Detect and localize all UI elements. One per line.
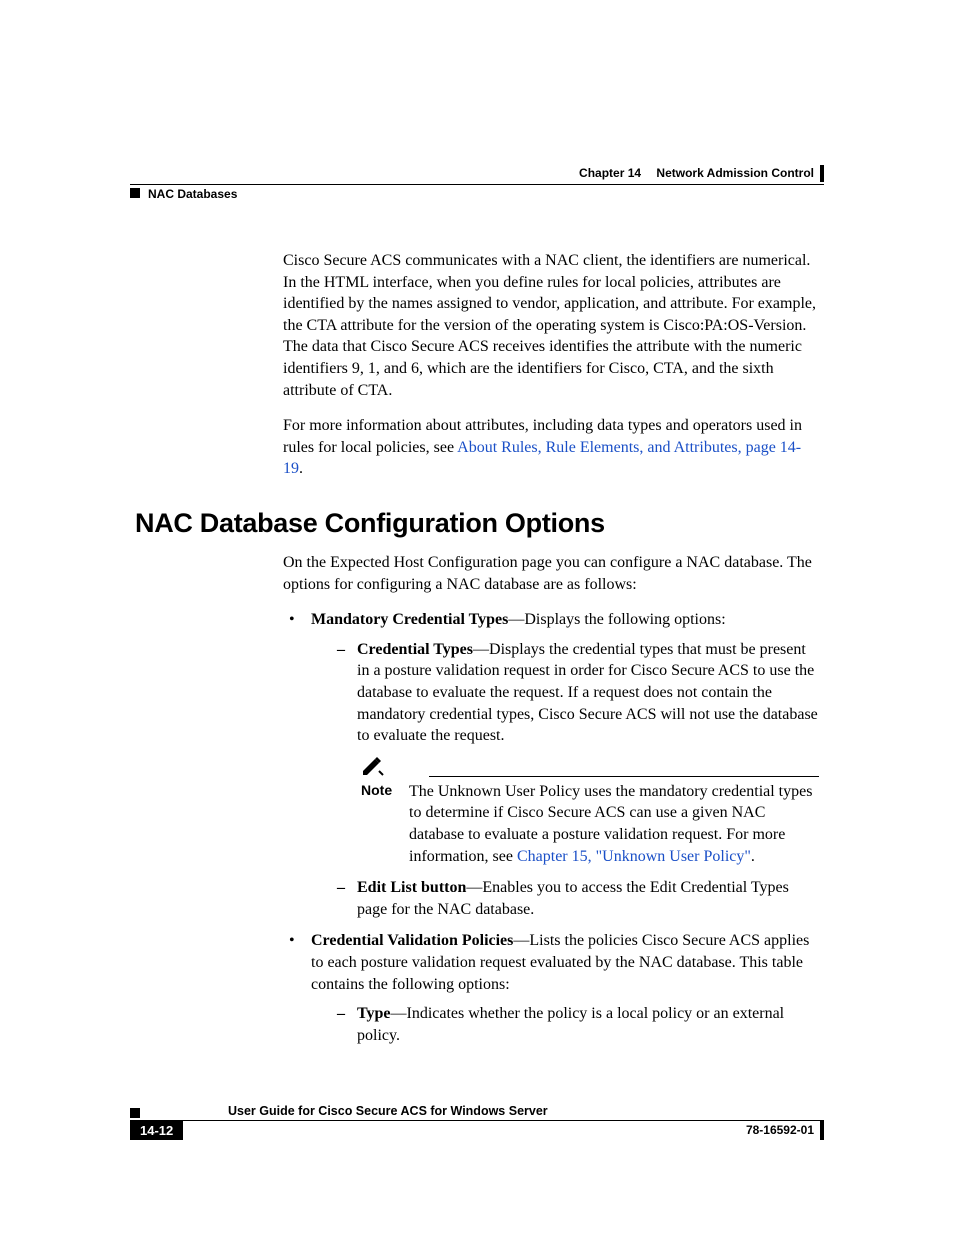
note-text: The Unknown User Policy uses the mandato…: [409, 781, 819, 867]
b1a-label: Credential Types: [357, 641, 473, 658]
bullet-mandatory-credential-types: Mandatory Credential Types—Displays the …: [283, 609, 819, 920]
chapter-title: Network Admission Control: [656, 166, 814, 180]
note-block: Note The Unknown User Policy uses the ma…: [361, 757, 819, 867]
body-intro: On the Expected Host Configuration page …: [283, 552, 819, 595]
b2-label: Credential Validation Policies: [311, 932, 513, 949]
header-rule: [130, 184, 824, 185]
chapter-header: Chapter 14 Network Admission Control: [130, 165, 824, 182]
pencil-note-icon: [361, 757, 385, 777]
section-heading: NAC Database Configuration Options: [135, 508, 605, 539]
b1-label: Mandatory Credential Types: [311, 611, 508, 628]
note-label: Note: [361, 781, 399, 867]
section-crumb-text: NAC Databases: [148, 187, 237, 201]
b1-text: —Displays the following options:: [508, 611, 725, 628]
guide-title: User Guide for Cisco Secure ACS for Wind…: [228, 1104, 548, 1118]
intro-column: Cisco Secure ACS communicates with a NAC…: [283, 250, 819, 494]
section-crumb: NAC Databases: [130, 187, 824, 201]
bullet-credential-validation-policies: Credential Validation Policies—Lists the…: [283, 930, 819, 1046]
page-number: 14-12: [130, 1121, 183, 1140]
running-header: Chapter 14 Network Admission Control NAC…: [130, 165, 824, 201]
chapter-label: Chapter 14: [579, 166, 641, 180]
note-post: .: [751, 848, 755, 865]
dash-list-3: Type—Indicates whether the policy is a l…: [335, 1003, 819, 1046]
link-chapter-15[interactable]: Chapter 15, "Unknown User Policy": [517, 848, 751, 865]
dash-credential-types: Credential Types—Displays the credential…: [335, 639, 819, 747]
intro-para-2: For more information about attributes, i…: [283, 415, 819, 480]
b2a-text: —Indicates whether the policy is a local…: [357, 1005, 784, 1044]
b2a-label: Type: [357, 1005, 390, 1022]
square-bullet-icon: [130, 1108, 140, 1118]
document-number: 78-16592-01: [746, 1121, 824, 1140]
note-rule: [429, 776, 819, 777]
dash-type: Type—Indicates whether the policy is a l…: [335, 1003, 819, 1046]
dash-edit-list-button: Edit List button—Enables you to access t…: [335, 877, 819, 920]
intro-p2-post: .: [299, 460, 303, 477]
square-bullet-icon: [130, 188, 140, 198]
dash-list-2: Edit List button—Enables you to access t…: [335, 877, 819, 920]
page-footer: User Guide for Cisco Secure ACS for Wind…: [130, 1104, 824, 1140]
intro-para-1: Cisco Secure ACS communicates with a NAC…: [283, 250, 819, 401]
dash-list-1: Credential Types—Displays the credential…: [335, 639, 819, 747]
body-column: On the Expected Host Configuration page …: [283, 552, 819, 1056]
b1b-label: Edit List button: [357, 879, 466, 896]
document-page: Chapter 14 Network Admission Control NAC…: [0, 0, 954, 1235]
bullet-list: Mandatory Credential Types—Displays the …: [283, 609, 819, 1046]
